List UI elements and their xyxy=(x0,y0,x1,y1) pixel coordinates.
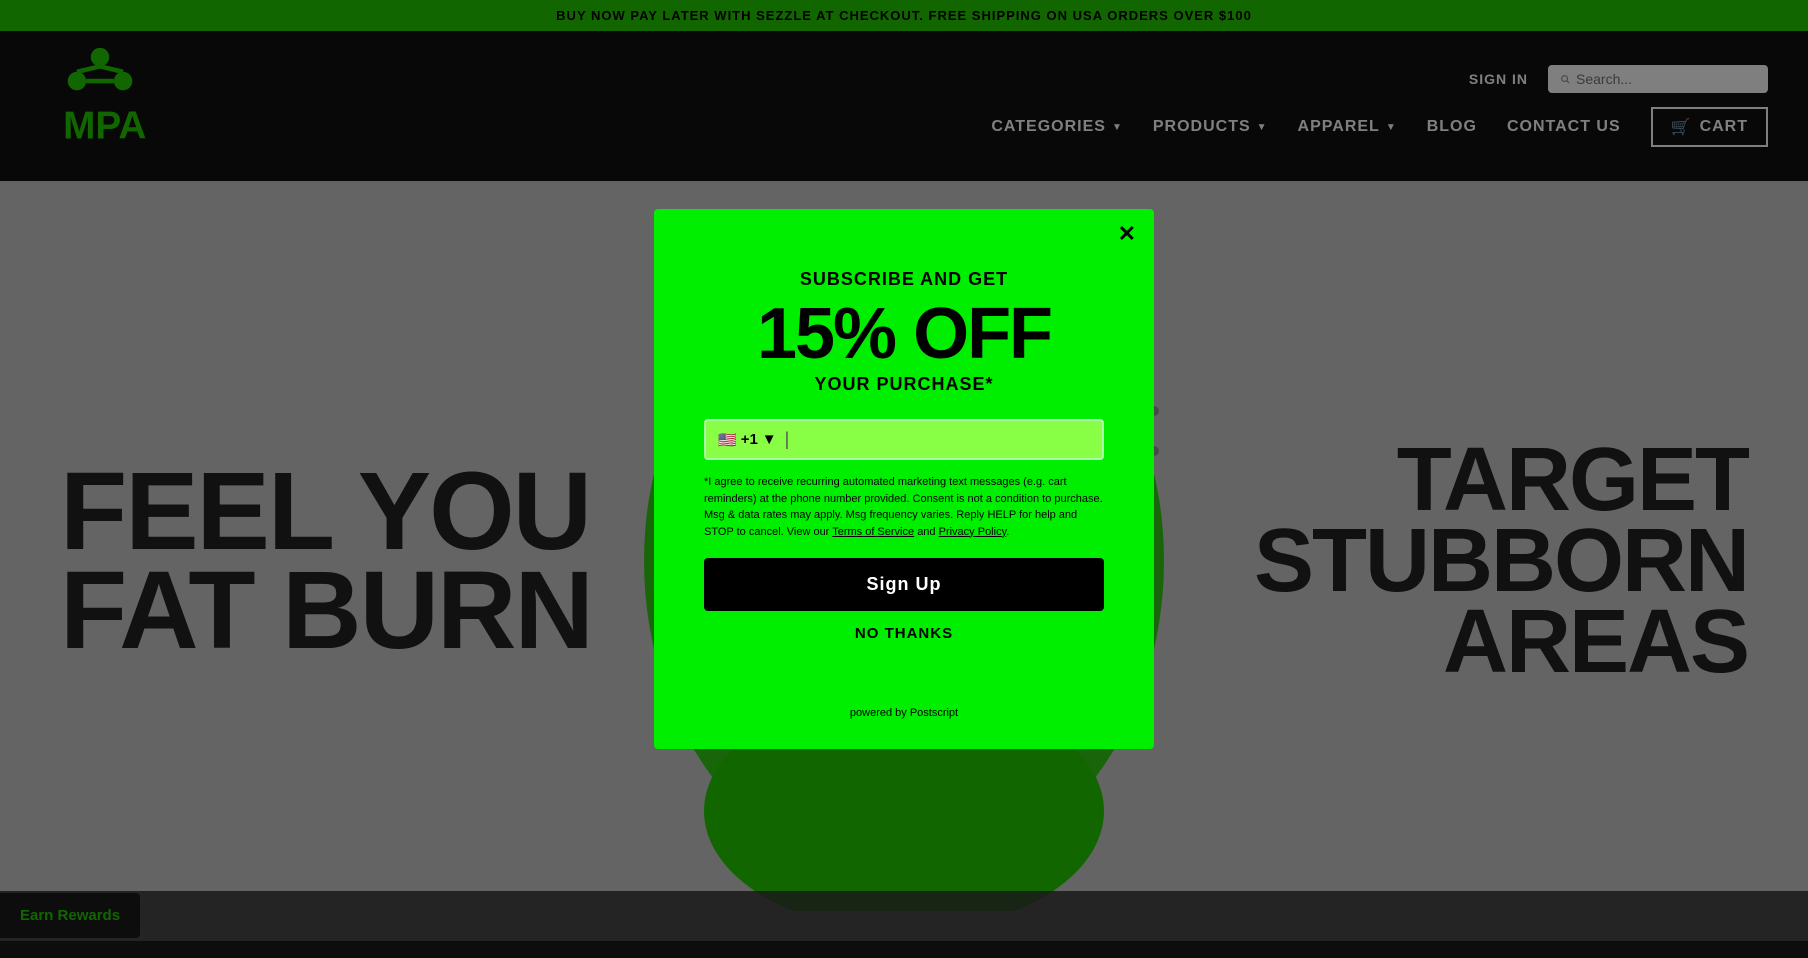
consent-text: *I agree to receive recurring automated … xyxy=(704,474,1104,540)
terms-link[interactable]: Terms of Service xyxy=(832,526,914,538)
divider: | xyxy=(785,429,790,450)
phone-input[interactable] xyxy=(797,431,1090,448)
signup-button[interactable]: Sign Up xyxy=(704,558,1104,611)
phone-code: +1 xyxy=(741,431,758,448)
dropdown-arrow-icon: ▼ xyxy=(762,431,777,448)
powered-by-text: powered by Postscript xyxy=(850,707,958,719)
modal-discount-text: 15% OFF xyxy=(757,298,1051,370)
flag-icon: 🇺🇸 xyxy=(718,431,737,449)
modal-overlay: ✕ SUBSCRIBE AND GET 15% OFF YOUR PURCHAS… xyxy=(0,0,1808,958)
privacy-link[interactable]: Privacy Policy xyxy=(939,526,1007,538)
country-code-selector[interactable]: 🇺🇸 +1 ▼ xyxy=(718,431,777,449)
modal-subscribe-text: SUBSCRIBE AND GET xyxy=(800,269,1008,290)
modal-purchase-text: YOUR PURCHASE* xyxy=(814,374,993,395)
modal-close-button[interactable]: ✕ xyxy=(1118,223,1136,245)
subscribe-modal: ✕ SUBSCRIBE AND GET 15% OFF YOUR PURCHAS… xyxy=(654,209,1154,749)
phone-input-row[interactable]: 🇺🇸 +1 ▼ | xyxy=(704,419,1104,460)
no-thanks-button[interactable]: NO THANKS xyxy=(855,625,953,642)
